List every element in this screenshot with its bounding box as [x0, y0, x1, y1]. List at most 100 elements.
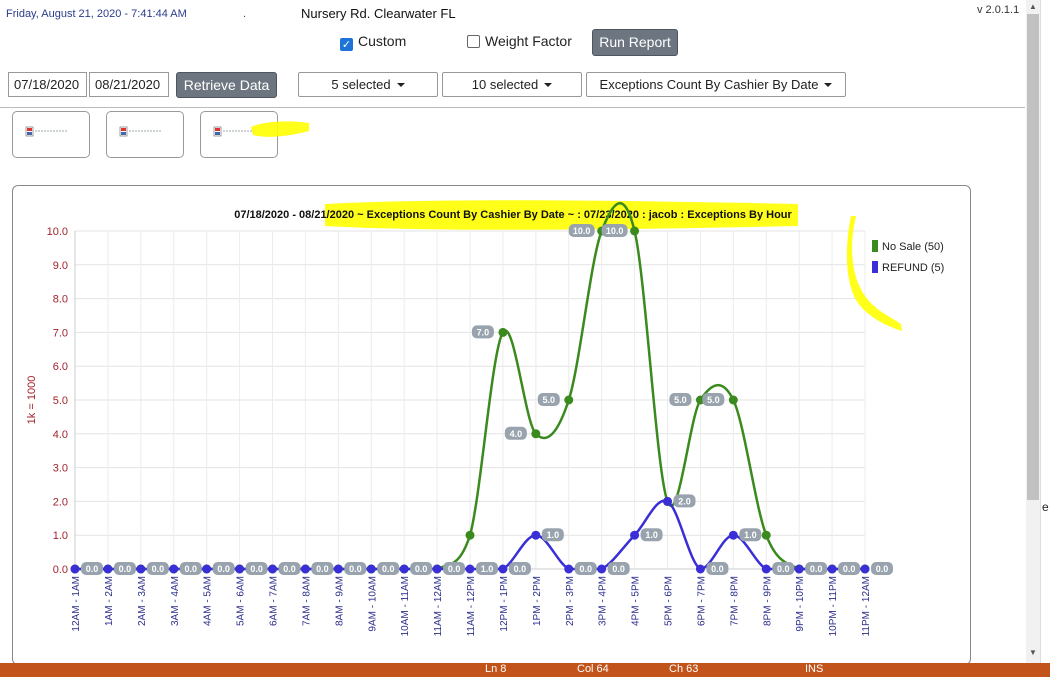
data-label-series-2: 0.0 — [514, 564, 527, 574]
x-tick-label: 7PM - 8PM — [729, 576, 740, 626]
data-point-series-2 — [235, 564, 245, 574]
data-point-series-2 — [564, 564, 574, 574]
scrollbar-thumb[interactable] — [1027, 14, 1039, 500]
data-point-series-1 — [761, 530, 771, 540]
legend-label: REFUND (5) — [882, 262, 944, 274]
data-label-series-1: 7.0 — [477, 327, 490, 337]
dropdown-filter-2-value: 10 selected — [471, 77, 539, 92]
x-tick-label: 4AM - 5AM — [203, 576, 214, 626]
data-point-series-2 — [169, 564, 179, 574]
data-point-series-2 — [827, 564, 837, 574]
data-point-series-2 — [728, 530, 738, 540]
y-tick-label: 6.0 — [53, 361, 68, 373]
data-label-series-2: 0.0 — [777, 564, 790, 574]
broken-image-icon — [25, 126, 68, 137]
status-mode: INS — [805, 663, 824, 675]
weight-factor-checkbox[interactable] — [467, 35, 480, 48]
y-tick-label: 10.0 — [47, 226, 68, 238]
data-point-series-1 — [498, 327, 508, 337]
y-tick-label: 2.0 — [53, 496, 68, 508]
data-point-series-2 — [366, 564, 376, 574]
run-report-button[interactable]: Run Report — [592, 29, 678, 56]
chart-thumbnail-2[interactable] — [106, 111, 184, 158]
data-label-series-2: 1.0 — [744, 530, 757, 540]
data-point-series-1 — [728, 395, 738, 405]
x-tick-label: 11AM - 12AM — [433, 576, 444, 636]
data-point-series-2 — [695, 564, 705, 574]
x-tick-label: 7AM - 8AM — [301, 576, 312, 626]
data-label-series-2: 1.0 — [645, 530, 658, 540]
caret-down-icon — [824, 83, 833, 87]
status-char: Ch 63 — [669, 663, 699, 675]
x-tick-label: 10PM - 11PM — [828, 576, 839, 636]
data-point-series-2 — [498, 564, 508, 574]
data-label-series-2: 0.0 — [283, 564, 296, 574]
weight-factor-option[interactable]: Weight Factor — [467, 33, 572, 51]
data-point-series-1 — [564, 395, 574, 405]
data-point-series-1 — [630, 226, 640, 236]
y-axis-label: 1k = 1000 — [26, 376, 38, 425]
chart-thumbnail-1[interactable] — [12, 111, 90, 158]
status-column: Col 64 — [577, 663, 609, 675]
edge-text: e — [1042, 500, 1049, 514]
data-label-series-2: 0.0 — [217, 564, 230, 574]
x-tick-label: 4PM - 5PM — [631, 576, 642, 626]
x-tick-label: 3PM - 4PM — [598, 576, 609, 626]
data-point-series-1 — [465, 530, 475, 540]
retrieve-data-button[interactable]: Retrieve Data — [176, 72, 277, 98]
chart-title: 07/18/2020 - 08/21/2020 ~ Exceptions Cou… — [234, 209, 792, 221]
y-tick-label: 7.0 — [53, 327, 68, 339]
data-label-series-1: 5.0 — [707, 395, 720, 405]
data-point-series-2 — [432, 564, 442, 574]
data-label-series-2: 0.0 — [843, 564, 856, 574]
data-point-series-2 — [268, 564, 277, 574]
data-point-series-2 — [761, 564, 771, 574]
status-line: Ln 8 — [485, 663, 507, 675]
y-tick-label: 3.0 — [53, 463, 68, 475]
report-type-value: Exceptions Count By Cashier By Date — [599, 77, 819, 92]
scroll-down-icon[interactable]: ▼ — [1029, 648, 1037, 657]
data-label-series-2: 1.0 — [547, 530, 560, 540]
data-label-series-2: 0.0 — [415, 564, 428, 574]
x-tick-label: 11PM - 12AM — [861, 576, 872, 636]
legend-swatch — [872, 240, 878, 252]
x-tick-label: 3AM - 4AM — [170, 576, 181, 626]
data-point-series-2 — [136, 564, 146, 574]
data-label-series-2: 0.0 — [711, 564, 724, 574]
dropdown-filter-1-value: 5 selected — [331, 77, 391, 92]
x-tick-label: 1PM - 2PM — [532, 576, 543, 626]
x-tick-label: 9AM - 10AM — [367, 576, 378, 632]
start-date-input[interactable]: 07/18/2020 — [8, 72, 87, 97]
dropdown-filter-2[interactable]: 10 selected — [442, 72, 582, 97]
data-label-series-2: 1.0 — [481, 564, 494, 574]
exceptions-line-chart: 0.0 1.0 2.0 3.0 4.0 5.0 6.0 7.0 8.0 9.0 10.0 12AM -… — [26, 200, 944, 636]
data-label-series-2: 0.0 — [316, 564, 329, 574]
data-label-series-2: 0.0 — [579, 564, 592, 574]
x-tick-label: 10AM - 11AM — [400, 576, 411, 636]
data-label-series-2: 0.0 — [382, 564, 395, 574]
x-tick-label: 6PM - 7PM — [696, 576, 707, 626]
scroll-up-icon[interactable]: ▲ — [1029, 2, 1037, 11]
x-tick-label: 12AM - 1AM — [71, 576, 82, 632]
y-tick-label: 5.0 — [53, 395, 68, 407]
y-tick-label: 0.0 — [53, 564, 68, 576]
data-point-series-1 — [531, 429, 541, 439]
data-label-series-2: 2.0 — [678, 496, 691, 506]
data-label-series-2: 0.0 — [612, 564, 625, 574]
report-type-dropdown[interactable]: Exceptions Count By Cashier By Date — [586, 72, 846, 97]
y-tick-label: 1.0 — [53, 530, 68, 542]
data-point-series-2 — [300, 564, 310, 574]
data-label-series-1: 5.0 — [542, 395, 555, 405]
end-date-input[interactable]: 08/21/2020 — [89, 72, 169, 97]
highlighter-mark — [251, 121, 309, 137]
x-tick-label: 2AM - 3AM — [137, 576, 148, 626]
custom-option[interactable]: ✓ Custom — [340, 33, 406, 51]
x-tick-label: 11AM - 12PM — [466, 576, 477, 636]
data-point-series-2 — [465, 564, 475, 574]
x-tick-label: 12PM - 1PM — [499, 576, 510, 632]
data-label-series-2: 0.0 — [152, 564, 165, 574]
custom-checkbox[interactable]: ✓ — [340, 38, 353, 51]
dropdown-filter-1[interactable]: 5 selected — [298, 72, 438, 97]
x-tick-label: 2PM - 3PM — [565, 576, 576, 626]
y-tick-label: 4.0 — [53, 429, 68, 441]
